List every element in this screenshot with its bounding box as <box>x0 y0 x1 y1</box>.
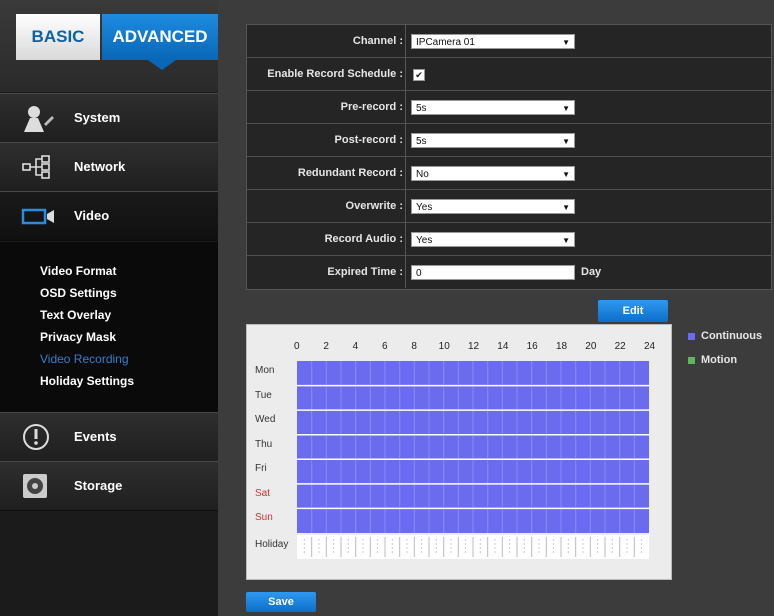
post-record-select[interactable]: 5s ▼ <box>411 133 575 148</box>
expired-time-input[interactable]: 0 <box>411 265 575 280</box>
row-expired-time: Expired Time : 0 Day <box>247 256 771 288</box>
hour-label: 8 <box>411 341 417 352</box>
sidebar-item-video[interactable]: Video <box>0 191 218 241</box>
hour-label: 0 <box>294 341 300 352</box>
dropdown-arrow-icon: ▼ <box>562 38 570 47</box>
legend-label: Continuous <box>701 330 763 342</box>
dropdown-arrow-icon: ▼ <box>562 236 570 245</box>
post-record-label: Post-record : <box>334 134 403 146</box>
expired-time-unit: Day <box>581 266 602 278</box>
hour-label: 16 <box>526 341 538 352</box>
edit-button[interactable]: Edit <box>598 300 668 322</box>
post-record-value: 5s <box>416 136 427 147</box>
enable-schedule-checkbox[interactable]: ✔ <box>413 69 425 81</box>
row-pre-record: Pre-record : 5s ▼ <box>247 91 771 124</box>
hour-label: 22 <box>614 341 626 352</box>
legend-swatch-motion <box>688 356 695 364</box>
hour-label: 18 <box>555 341 568 352</box>
save-button[interactable]: Save <box>246 592 316 612</box>
day-label: Wed <box>255 414 276 425</box>
sidebar-item-label: System <box>74 110 121 125</box>
overwrite-select[interactable]: Yes ▼ <box>411 199 575 214</box>
hour-label: 10 <box>438 341 450 352</box>
video-submenu: Video Format OSD Settings Text Overlay P… <box>0 242 218 412</box>
tab-advanced[interactable]: ADVANCED <box>102 14 218 60</box>
dropdown-arrow-icon: ▼ <box>562 203 570 212</box>
dropdown-arrow-icon: ▼ <box>562 137 570 146</box>
sidebar-item-storage[interactable]: Storage <box>0 461 218 511</box>
day-label: Holiday <box>255 539 289 550</box>
legend-swatch-continuous <box>688 332 695 340</box>
active-tab-pointer <box>148 60 176 70</box>
channel-select[interactable]: IPCamera 01 ▼ <box>411 34 575 49</box>
holiday-grid-lines <box>303 537 643 557</box>
record-audio-select[interactable]: Yes ▼ <box>411 232 575 247</box>
overwrite-label: Overwrite : <box>345 200 403 212</box>
submenu-holiday-settings[interactable]: Holiday Settings <box>40 374 134 388</box>
day-label: Sun <box>255 512 273 523</box>
hour-label: 14 <box>497 341 509 352</box>
enable-schedule-label: Enable Record Schedule : <box>267 68 403 80</box>
dropdown-arrow-icon: ▼ <box>562 104 570 113</box>
row-post-record: Post-record : 5s ▼ <box>247 124 771 157</box>
sidebar-item-events[interactable]: Events <box>0 412 218 462</box>
recording-settings-form: Channel : IPCamera 01 ▼ Enable Record Sch… <box>246 24 772 290</box>
redundant-record-select[interactable]: No ▼ <box>411 166 575 181</box>
sidebar-item-label: Video <box>74 208 110 223</box>
dropdown-arrow-icon: ▼ <box>562 170 570 179</box>
pre-record-value: 5s <box>416 103 427 114</box>
holiday-row[interactable] <box>297 535 649 559</box>
tab-basic[interactable]: BASIC <box>16 14 100 60</box>
row-channel: Channel : IPCamera 01 ▼ <box>247 25 771 58</box>
sidebar-item-label: Storage <box>74 478 123 493</box>
record-audio-value: Yes <box>416 235 433 246</box>
redundant-record-label: Redundant Record : <box>297 167 403 179</box>
system-icon <box>20 104 60 132</box>
schedule-grid-panel: 0 2 4 6 8 10 12 14 16 18 20 22 24 Mon Tue Wed Thu Fri Sat… <box>246 324 672 580</box>
sidebar-item-network[interactable]: Network <box>0 142 218 192</box>
alert-icon <box>20 423 60 451</box>
expired-time-label: Expired Time : <box>327 266 403 278</box>
submenu-osd-settings[interactable]: OSD Settings <box>40 286 117 300</box>
submenu-video-recording[interactable]: Video Recording <box>40 352 129 366</box>
legend-label: Motion <box>701 354 738 366</box>
day-label: Mon <box>255 365 275 376</box>
network-icon <box>20 153 60 181</box>
record-audio-label: Record Audio : <box>324 233 403 245</box>
sidebar-item-system[interactable]: System <box>0 93 218 143</box>
day-label: Sat <box>255 487 271 499</box>
pre-record-label: Pre-record : <box>340 101 403 113</box>
grid-lines <box>297 361 649 533</box>
hour-label: 20 <box>585 341 597 352</box>
row-overwrite: Overwrite : Yes ▼ <box>247 190 771 223</box>
sidebar-item-label: Events <box>74 429 117 444</box>
redundant-record-value: No <box>416 169 429 180</box>
hour-label: 4 <box>352 341 359 352</box>
mode-tabs-bar: BASIC ADVANCED <box>0 0 218 92</box>
day-label: Fri <box>255 463 267 474</box>
sidebar: BASIC ADVANCED System Network Video Vide… <box>0 0 228 616</box>
legend-continuous: Continuous <box>688 330 762 342</box>
overwrite-value: Yes <box>416 202 433 213</box>
hour-label: 2 <box>323 341 329 352</box>
hour-label: 24 <box>643 341 656 352</box>
row-redundant-record: Redundant Record : No ▼ <box>247 157 771 190</box>
hour-label: 6 <box>381 341 388 352</box>
row-record-audio: Record Audio : Yes ▼ <box>247 223 771 256</box>
day-label: Tue <box>255 389 272 401</box>
day-label: Thu <box>255 438 273 450</box>
storage-icon <box>20 472 60 500</box>
hour-label: 12 <box>467 341 480 352</box>
sidebar-item-label: Network <box>74 159 126 174</box>
video-camera-icon <box>20 202 60 230</box>
row-enable-schedule: Enable Record Schedule : ✔ <box>247 58 771 91</box>
channel-value: IPCamera 01 <box>416 37 475 48</box>
submenu-video-format[interactable]: Video Format <box>40 264 116 278</box>
channel-label: Channel : <box>352 35 403 47</box>
legend-motion: Motion <box>688 354 737 366</box>
schedule-grid[interactable] <box>297 361 649 533</box>
submenu-text-overlay[interactable]: Text Overlay <box>40 308 111 322</box>
submenu-privacy-mask[interactable]: Privacy Mask <box>40 330 116 344</box>
pre-record-select[interactable]: 5s ▼ <box>411 100 575 115</box>
